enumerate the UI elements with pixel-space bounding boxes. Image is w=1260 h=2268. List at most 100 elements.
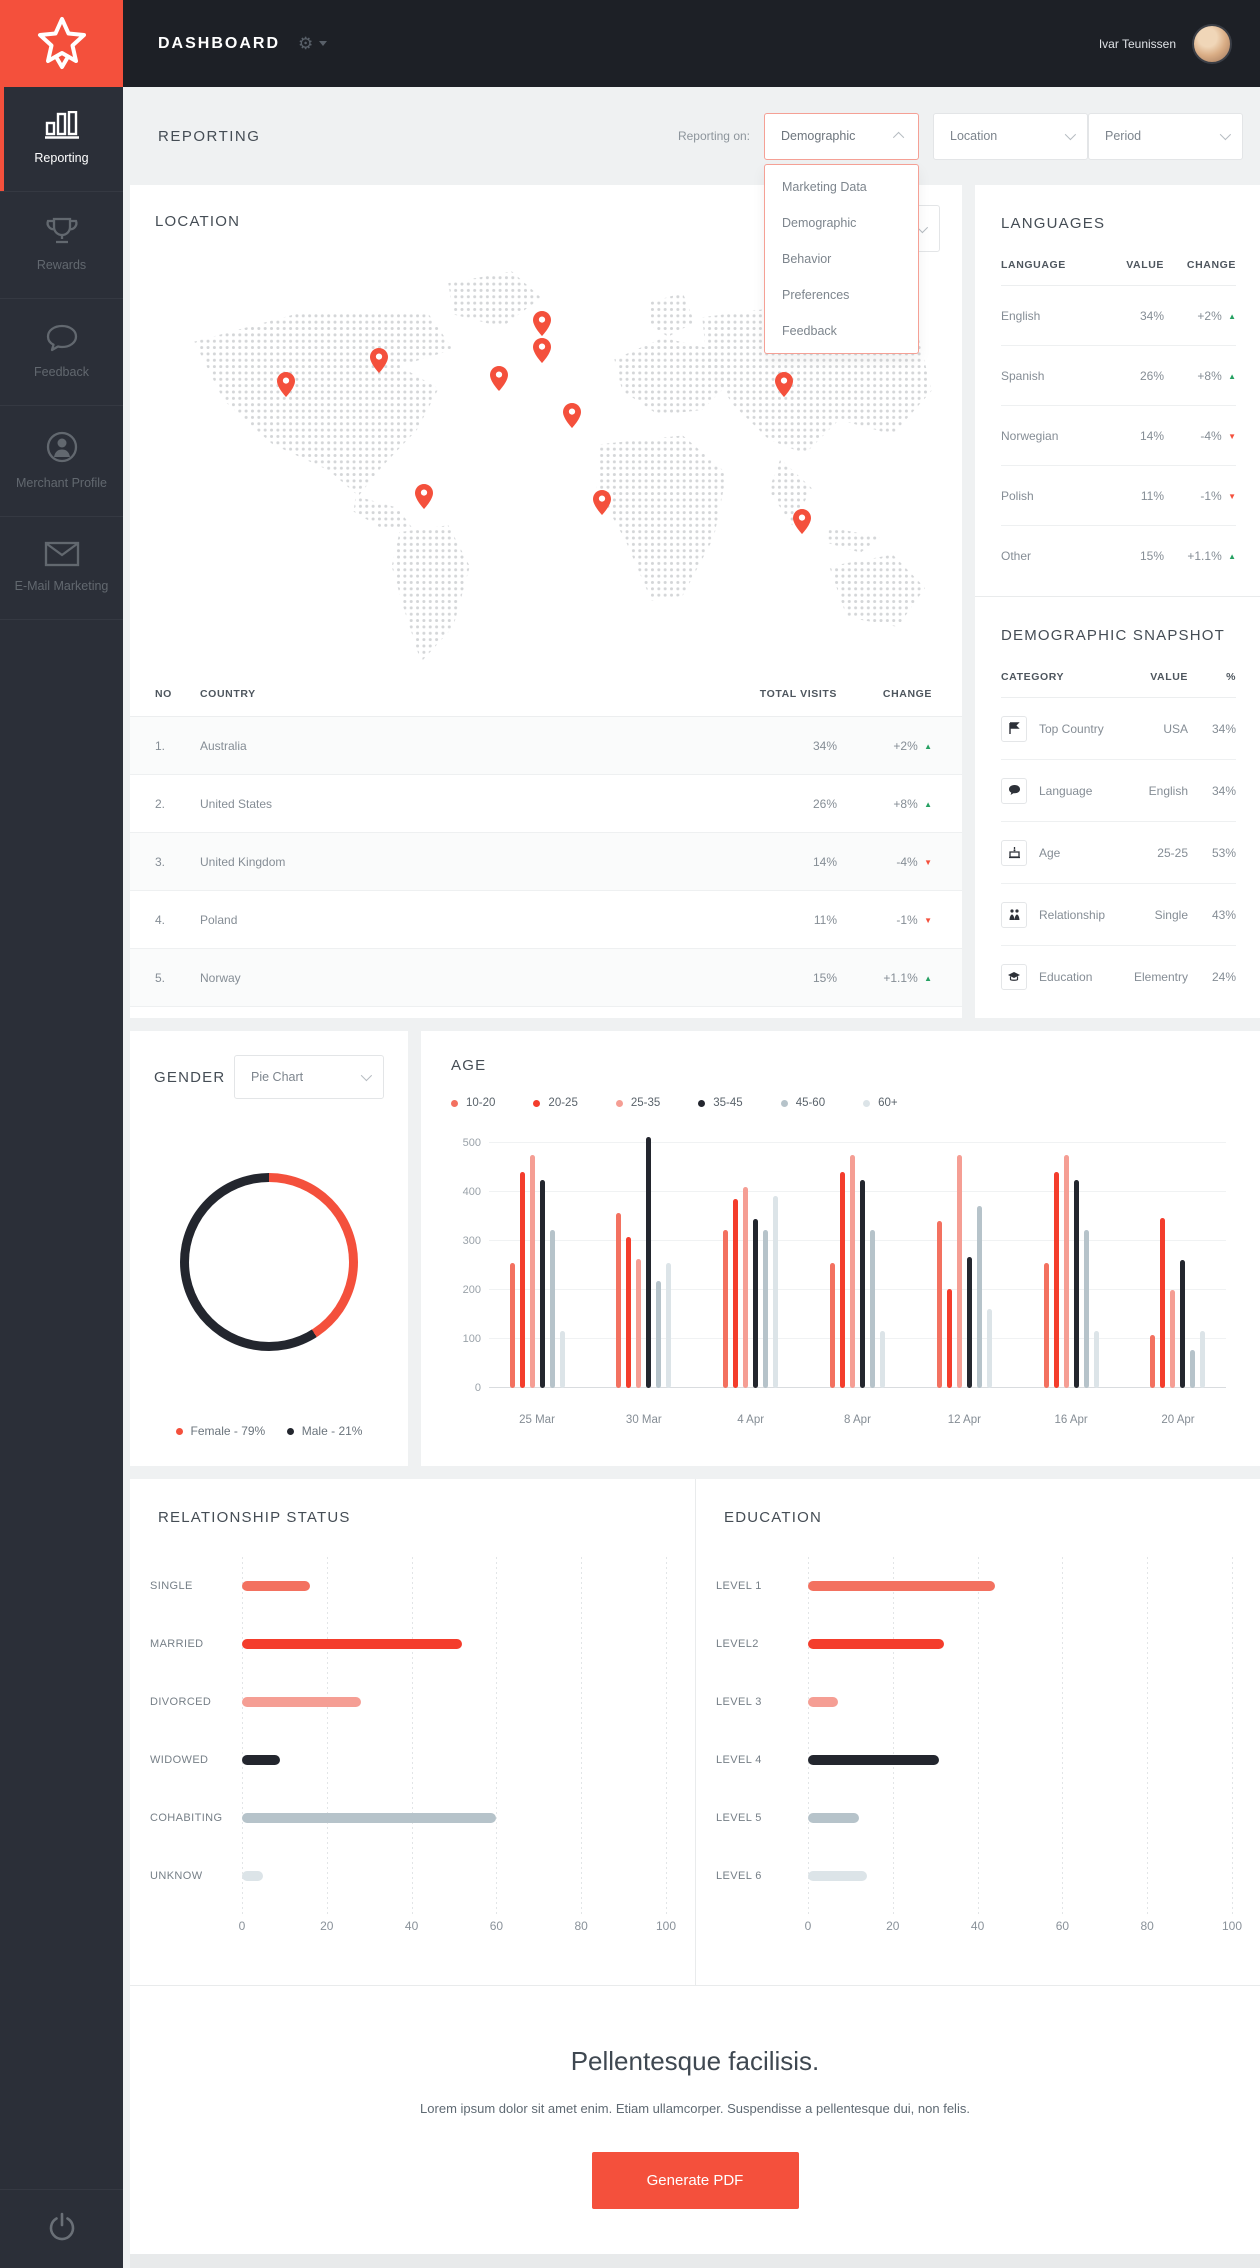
logout-button[interactable] [0, 2189, 123, 2268]
table-row: Age25-2553% [1001, 822, 1236, 884]
cell-change: +2% ▲ [837, 739, 932, 753]
age-bar-chart: 010020030040050025 Mar30 Mar4 Apr8 Apr12… [489, 1143, 1226, 1388]
cell-value: 15% [1102, 549, 1164, 563]
app-title: DASHBOARD [158, 35, 280, 53]
reporting-select[interactable]: Demographic [764, 113, 919, 160]
dropdown-option-demographic[interactable]: Demographic [765, 205, 918, 241]
relationship-title: RELATIONSHIP STATUS [158, 1509, 351, 1526]
period-select[interactable]: Period [1088, 113, 1243, 160]
avatar[interactable] [1192, 24, 1232, 64]
languages-table-body: English34%+2% ▲Spanish26%+8% ▲Norwegian1… [1001, 286, 1236, 586]
sidebar-item-merchant-profile[interactable]: Merchant Profile [0, 406, 123, 517]
legend-dot [176, 1428, 183, 1435]
axis-tick-label: 100 [656, 1919, 676, 1933]
cell-change: -4% ▼ [1164, 429, 1236, 443]
legend-label: 25-35 [631, 1097, 660, 1109]
cell-language: Other [1001, 549, 1102, 563]
country-table-body: 1.Australia34%+2% ▲2.United States26%+8%… [130, 717, 962, 1007]
age-bar [840, 1172, 845, 1388]
age-bar [743, 1187, 748, 1388]
hbar-row: SINGLE [150, 1557, 671, 1615]
dropdown-option-preferences[interactable]: Preferences [765, 277, 918, 313]
col-header-country: COUNTRY [200, 688, 727, 700]
hbar-bar [808, 1813, 859, 1823]
x-axis-label: 16 Apr [1055, 1414, 1088, 1426]
legend-item: 25-35 [616, 1097, 660, 1109]
cell-country: Australia [200, 739, 727, 753]
cell-category: Top Country [1039, 722, 1118, 736]
hbar-row: LEVEL 6 [716, 1847, 1236, 1905]
age-card: AGE 10-2020-2525-3535-4545-6060+ 0100200… [421, 1031, 1260, 1466]
cell-change: +1.1% ▲ [837, 971, 932, 985]
legend-item: 20-25 [533, 1097, 577, 1109]
side-column: LANGUAGES LANGUAGE VALUE CHANGE English3… [975, 185, 1260, 1018]
legend-item: 35-45 [698, 1097, 742, 1109]
map-pin-icon [593, 490, 611, 520]
hbar-bar [808, 1581, 995, 1591]
age-bar [1084, 1230, 1089, 1388]
main-content: REPORTING Reporting on: Demographic Mark… [123, 87, 1260, 2268]
dropdown-option-marketing-data[interactable]: Marketing Data [765, 169, 918, 205]
hbar-row: MARRIED [150, 1615, 671, 1673]
cell-category: Language [1039, 784, 1118, 798]
dropdown-option-behavior[interactable]: Behavior [765, 241, 918, 277]
age-groups: 25 Mar30 Mar4 Apr8 Apr12 Apr16 Apr20 Apr [489, 1143, 1226, 1388]
sidebar-item-label: Merchant Profile [16, 476, 107, 490]
sidebar-item-email-marketing[interactable]: E-Mail Marketing [0, 517, 123, 620]
hbar-track [242, 1697, 666, 1707]
age-bar [850, 1155, 855, 1388]
generate-pdf-button[interactable]: Generate PDF [592, 2152, 799, 2209]
legend-dot [698, 1100, 705, 1107]
axis-tick-label: 0 [239, 1919, 246, 1933]
hbar-row: COHABITING [150, 1789, 671, 1847]
sidebar-item-reporting[interactable]: Reporting [0, 87, 123, 192]
age-legend: 10-2020-2525-3535-4545-6060+ [451, 1097, 1230, 1109]
axis-tick-label: 400 [451, 1186, 481, 1198]
hbar-bar [808, 1697, 838, 1707]
axis-tick-label: 100 [1222, 1919, 1242, 1933]
table-row: 4.Poland11%-1% ▼ [130, 891, 962, 949]
hbar-category-label: DIVORCED [150, 1696, 242, 1708]
languages-card: LANGUAGES LANGUAGE VALUE CHANGE English3… [975, 185, 1260, 596]
cell-visits: 14% [727, 855, 837, 869]
star-icon [35, 15, 89, 73]
col-header-value: VALUE [1102, 259, 1164, 271]
axis-tick-label: 80 [575, 1919, 588, 1933]
hbar-track [808, 1813, 1232, 1823]
relationship-card: RELATIONSHIP STATUS SINGLEMARRIED DIVORCE… [130, 1479, 695, 1985]
country-table: NO COUNTRY TOTAL VISITS CHANGE 1.Austral… [130, 670, 962, 1007]
app-logo[interactable] [0, 0, 123, 87]
sidebar-item-rewards[interactable]: Rewards [0, 192, 123, 299]
age-bar-group: 25 Mar [507, 1143, 567, 1388]
age-bar [773, 1196, 778, 1388]
demographic-snapshot-card: DEMOGRAPHIC SNAPSHOT CATEGORY VALUE % To… [975, 596, 1260, 1018]
hbar-row: UNKNOW [150, 1847, 671, 1905]
age-bar [1094, 1331, 1099, 1388]
hbar-track [808, 1639, 1232, 1649]
legend-dot [451, 1100, 458, 1107]
cell-pct: 43% [1188, 908, 1236, 922]
hbar-track [808, 1581, 1232, 1591]
table-row: English34%+2% ▲ [1001, 286, 1236, 346]
gender-chart-select[interactable]: Pie Chart [234, 1055, 384, 1099]
relationship-bar-chart: SINGLEMARRIED DIVORCED WIDOWED COHABITINGUN… [150, 1557, 671, 1959]
cell-pct: 34% [1188, 784, 1236, 798]
table-row: Top CountryUSA34% [1001, 698, 1236, 760]
map-pin-icon [775, 372, 793, 402]
sidebar-item-feedback[interactable]: Feedback [0, 299, 123, 406]
age-bar [957, 1155, 962, 1388]
hbar-category-label: WIDOWED [150, 1754, 242, 1766]
footer: Pellentesque facilisis. Lorem ipsum dolo… [130, 1985, 1260, 2254]
flag-icon [1001, 716, 1027, 742]
hbar-track [242, 1813, 666, 1823]
age-bar [636, 1259, 641, 1388]
cell-value: English [1118, 784, 1188, 798]
age-bar [510, 1263, 515, 1388]
table-row: LanguageEnglish34% [1001, 760, 1236, 822]
map-pin-icon [370, 348, 388, 378]
settings-control[interactable]: ⚙ [298, 35, 327, 52]
hbar-axis: 020406080100 [808, 1919, 1232, 1959]
education-bar-chart: LEVEL 1LEVEL2LEVEL 3LEVEL 4LEVEL 5LEVEL … [716, 1557, 1236, 1959]
dropdown-option-feedback[interactable]: Feedback [765, 313, 918, 349]
location-select[interactable]: Location [933, 113, 1088, 160]
